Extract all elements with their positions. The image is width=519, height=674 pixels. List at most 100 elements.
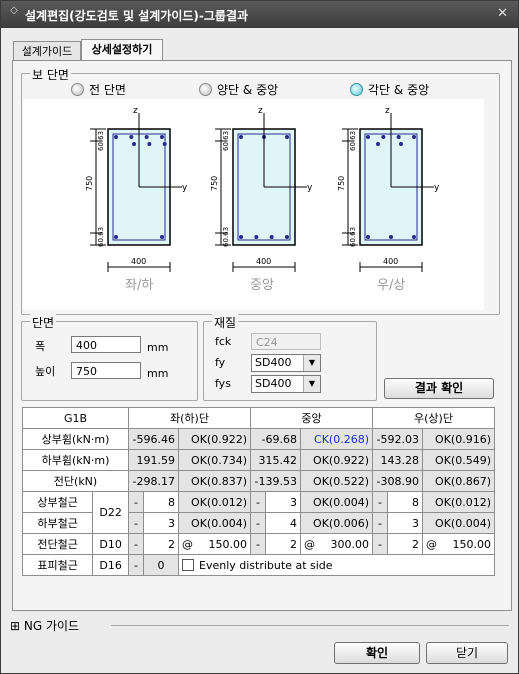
chevron-down-icon[interactable]: ▼ (303, 376, 320, 392)
rebar-count-input[interactable]: 3 (265, 491, 301, 513)
tab-design-guide[interactable]: 설계가이드 (13, 41, 81, 61)
cell: - (250, 533, 266, 555)
checkbox-label: Evenly distribute at side (199, 558, 333, 572)
tab-detail-settings[interactable]: 상세설정하기 (81, 39, 163, 61)
radio-each-end-center[interactable]: 각단 & 중앙 (350, 81, 429, 98)
rebar-dot (114, 235, 118, 239)
cell: OK(0.922) (300, 449, 373, 471)
rebar-size: D10 (92, 533, 129, 555)
rebar-count-input[interactable]: 8 (143, 491, 179, 513)
fys-label: fys (215, 377, 231, 390)
radio-selected-icon (350, 83, 363, 96)
chevron-down-icon[interactable]: ▼ (303, 355, 320, 371)
cell: -308.90 (372, 470, 423, 492)
rebar-count-input[interactable]: 3 (143, 512, 179, 534)
height-dim-label: 750 (210, 176, 219, 191)
cell: OK(0.522) (300, 470, 373, 492)
rebar-size: D16 (92, 554, 129, 576)
width-label: 폭 (35, 340, 46, 353)
spacing-cell: @150.00 (422, 533, 495, 555)
axis-z-label: z (385, 106, 390, 116)
height-input[interactable]: 750 (71, 362, 141, 379)
cell: -298.17 (128, 470, 179, 492)
spacing-cell: @300.00 (300, 533, 373, 555)
check-result-button[interactable]: 결과 확인 (384, 378, 494, 399)
fck-input: C24 (251, 333, 321, 350)
expand-icon[interactable]: ⊞ (10, 619, 20, 633)
row-label: 전단(kN) (22, 470, 129, 492)
cell: - (128, 512, 144, 534)
title-bar[interactable]: ◇ 설계편집(강도검토 및 설계가이드)-그룹결과 ✕ (1, 1, 518, 28)
cell: -596.46 (128, 428, 179, 450)
stirrup-count-input[interactable]: 2 (265, 533, 301, 555)
rebar-dot (285, 135, 289, 139)
cell: -139.53 (250, 470, 301, 492)
fck-label: fck (215, 335, 232, 348)
rebar-dot (366, 235, 370, 239)
stirrup-count-input[interactable]: 2 (387, 533, 423, 555)
checkbox-icon[interactable] (182, 558, 194, 571)
rebar-count-input[interactable]: 4 (265, 512, 301, 534)
width-dim-label: 400 (256, 257, 271, 266)
row-label: 전단철근 (21, 533, 94, 555)
dimension-group: 단면 (21, 314, 198, 401)
cell: - (128, 554, 144, 576)
rebar-dot (160, 235, 164, 239)
rebar-dot (269, 235, 274, 239)
width-dim-label: 400 (131, 257, 146, 266)
height-label: 높이 (35, 365, 56, 378)
top-cover-label: 60.63 (97, 131, 105, 151)
evenly-distribute-checkbox[interactable]: Evenly distribute at side (178, 554, 495, 576)
cell: OK(0.006) (300, 512, 373, 534)
rebar-dot (396, 135, 401, 139)
cell: OK(0.837) (178, 470, 251, 492)
stirrup-count-input[interactable]: 2 (143, 533, 179, 555)
col-left: 좌(하)단 (128, 407, 251, 429)
cell: - (372, 533, 388, 555)
section-group-title: 보 단면 (30, 66, 71, 83)
rebar-size: D22 (92, 491, 129, 534)
spacing-value[interactable]: 300.00 (331, 538, 370, 551)
spacing-value[interactable]: 150.00 (209, 538, 248, 551)
result-table: G1B 좌(하)단 중앙 우(상)단 상부휨(kN·m) -596.46 OK(… (21, 407, 495, 576)
rebar-dot (239, 135, 243, 139)
window-title: 설계편집(강도검토 및 설계가이드)-그룹결과 (25, 9, 249, 23)
spacing-cell: @150.00 (178, 533, 251, 555)
rebar-dot (239, 235, 243, 239)
width-input[interactable]: 400 (71, 336, 141, 353)
ng-guide-expander[interactable]: ⊞ NG 가이드 (10, 617, 79, 634)
cell: -69.68 (250, 428, 301, 450)
rebar-dot (160, 135, 164, 139)
row-label: 상부휨(kN·m) (22, 428, 129, 450)
cell: OK(0.916) (422, 428, 495, 450)
radio-label: 각단 & 중앙 (368, 83, 430, 97)
menu-icon[interactable]: ◇ (8, 6, 20, 21)
row-label: 하부철근 (21, 512, 94, 534)
fys-select[interactable]: SD400 ▼ (251, 375, 321, 393)
close-button[interactable]: 닫기 (426, 642, 508, 664)
cell: OK(0.549) (422, 449, 495, 471)
spacing-value[interactable]: 150.00 (453, 538, 492, 551)
rebar-count-input[interactable]: 3 (387, 512, 423, 534)
rebar-dot (366, 135, 370, 139)
at-symbol: @ (182, 537, 193, 551)
cell: - (250, 512, 266, 534)
rebar-dot (399, 142, 403, 146)
cell: CK(0.268) (300, 428, 373, 450)
fy-label: fy (215, 356, 226, 369)
rebar-dot (412, 135, 416, 139)
top-cover-label: 60.63 (349, 131, 357, 151)
table-id: G1B (22, 407, 129, 429)
fy-select[interactable]: SD400 ▼ (251, 354, 321, 372)
ok-button[interactable]: 확인 (334, 642, 420, 664)
section-caption: 우/상 (377, 278, 405, 293)
close-icon[interactable]: ✕ (497, 6, 508, 21)
at-symbol: @ (426, 537, 437, 551)
radio-ends-center[interactable]: 양단 & 중앙 (199, 81, 278, 98)
cell: OK(0.004) (178, 512, 251, 534)
fys-value: SD400 (255, 377, 292, 390)
table-row: 하부휨(kN·m) 191.59 OK(0.734) 315.42 OK(0.9… (22, 449, 495, 471)
radio-full-section[interactable]: 전 단면 (71, 81, 126, 98)
rebar-count-input[interactable]: 8 (387, 491, 423, 513)
col-center: 중앙 (250, 407, 373, 429)
